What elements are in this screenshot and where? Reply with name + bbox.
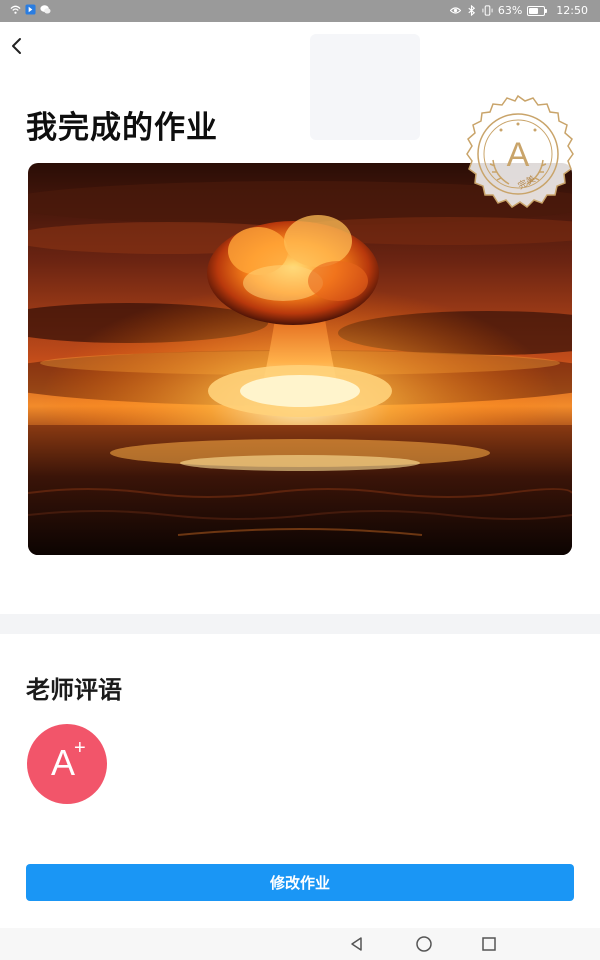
nav-home-button[interactable] [415, 935, 433, 953]
section-divider [0, 614, 600, 634]
home-circle-icon [416, 936, 432, 952]
homework-image[interactable] [28, 163, 572, 555]
grade-letter: A [51, 742, 76, 783]
status-bar: 63% 12:50 [0, 0, 600, 22]
recents-square-icon [482, 937, 496, 951]
wifi-icon [10, 5, 21, 14]
back-triangle-icon [351, 937, 362, 951]
modify-homework-button[interactable]: 修改作业 [26, 864, 574, 901]
eye-icon [449, 7, 461, 14]
battery-icon [527, 5, 548, 16]
app-notification-icon [25, 4, 36, 15]
nav-back-button[interactable] [348, 935, 366, 953]
teacher-comment-title: 老师评语 [26, 676, 122, 704]
stamp-grade: A [507, 136, 530, 174]
wechat-icon [40, 5, 51, 14]
page-title: 我完成的作业 [26, 110, 218, 146]
back-button[interactable] [6, 34, 28, 58]
battery-fill [529, 7, 539, 14]
explosion-illustration [28, 163, 572, 555]
status-left-icons [10, 4, 51, 15]
chevron-left-icon [12, 38, 21, 54]
grade-badge: A + [27, 724, 107, 804]
status-time: 12:50 [556, 4, 588, 17]
bluetooth-icon [468, 5, 475, 16]
vibrate-icon [482, 5, 493, 16]
stamp-seal-icon: A 完美 [466, 94, 574, 208]
grade-stamp: A 完美 [455, 92, 581, 218]
background-decoration [310, 34, 420, 140]
system-nav-bar [0, 928, 600, 960]
battery-percent: 63% [497, 4, 523, 17]
status-right-icons: 63% 12:50 [449, 4, 588, 17]
grade-plus: + [74, 737, 86, 759]
nav-recents-button[interactable] [480, 935, 498, 953]
